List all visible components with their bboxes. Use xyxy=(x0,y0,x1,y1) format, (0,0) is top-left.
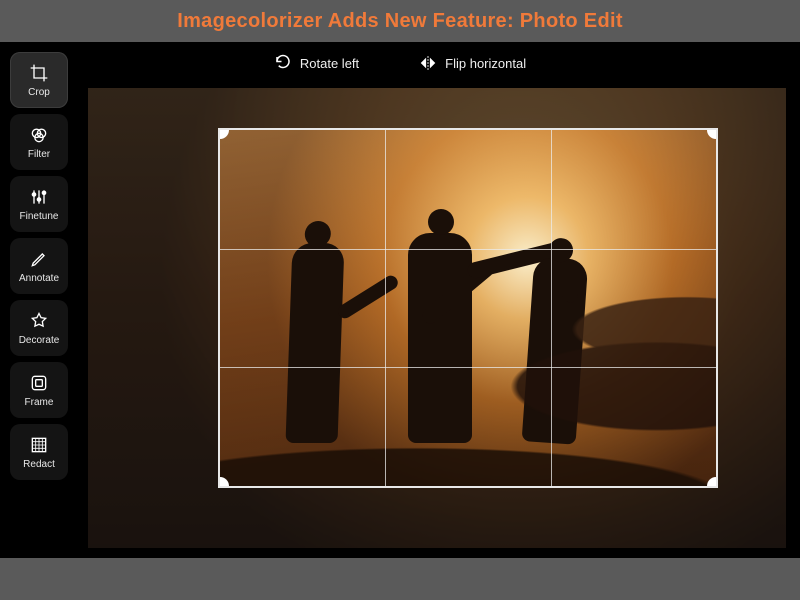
flip-horizontal-label: Flip horizontal xyxy=(445,56,526,71)
tool-sidebar: Crop Filter Finetune Annotate Decorate xyxy=(10,52,68,480)
promo-banner: Imagecolorizer Adds New Feature: Photo E… xyxy=(0,0,800,42)
crop-grid-line xyxy=(220,249,716,250)
tool-frame[interactable]: Frame xyxy=(10,362,68,418)
tool-annotate[interactable]: Annotate xyxy=(10,238,68,294)
crop-actions-bar: Rotate left Flip horizontal xyxy=(0,54,800,72)
photo-silhouettes xyxy=(220,130,716,486)
tool-frame-label: Frame xyxy=(25,397,54,408)
finetune-icon xyxy=(29,187,49,207)
frame-icon xyxy=(29,373,49,393)
bottom-chrome-band xyxy=(0,558,800,600)
rotate-left-button[interactable]: Rotate left xyxy=(274,54,359,72)
canvas-workspace[interactable] xyxy=(88,88,786,548)
editor-window: Rotate left Flip horizontal Crop Filter xyxy=(0,42,800,558)
crop-icon xyxy=(29,63,49,83)
tool-filter-label: Filter xyxy=(28,149,50,160)
rotate-left-icon xyxy=(274,54,292,72)
tool-decorate[interactable]: Decorate xyxy=(10,300,68,356)
tool-decorate-label: Decorate xyxy=(19,335,60,346)
tool-crop-label: Crop xyxy=(28,87,50,98)
flip-horizontal-icon xyxy=(419,54,437,72)
redact-icon xyxy=(29,435,49,455)
tool-filter[interactable]: Filter xyxy=(10,114,68,170)
tool-redact[interactable]: Redact xyxy=(10,424,68,480)
tool-finetune[interactable]: Finetune xyxy=(10,176,68,232)
crop-handle-bottom-right[interactable] xyxy=(707,477,718,488)
flip-horizontal-button[interactable]: Flip horizontal xyxy=(419,54,526,72)
promo-banner-text: Imagecolorizer Adds New Feature: Photo E… xyxy=(177,10,623,33)
annotate-icon xyxy=(29,249,49,269)
crop-grid-line xyxy=(385,130,386,486)
tool-annotate-label: Annotate xyxy=(19,273,59,284)
decorate-icon xyxy=(29,311,49,331)
tool-crop[interactable]: Crop xyxy=(10,52,68,108)
crop-grid-line xyxy=(220,367,716,368)
crop-photo xyxy=(220,130,716,486)
tool-redact-label: Redact xyxy=(23,459,55,470)
rotate-left-label: Rotate left xyxy=(300,56,359,71)
filter-icon xyxy=(29,125,49,145)
crop-grid-line xyxy=(551,130,552,486)
tool-finetune-label: Finetune xyxy=(20,211,59,222)
crop-frame[interactable] xyxy=(218,128,718,488)
